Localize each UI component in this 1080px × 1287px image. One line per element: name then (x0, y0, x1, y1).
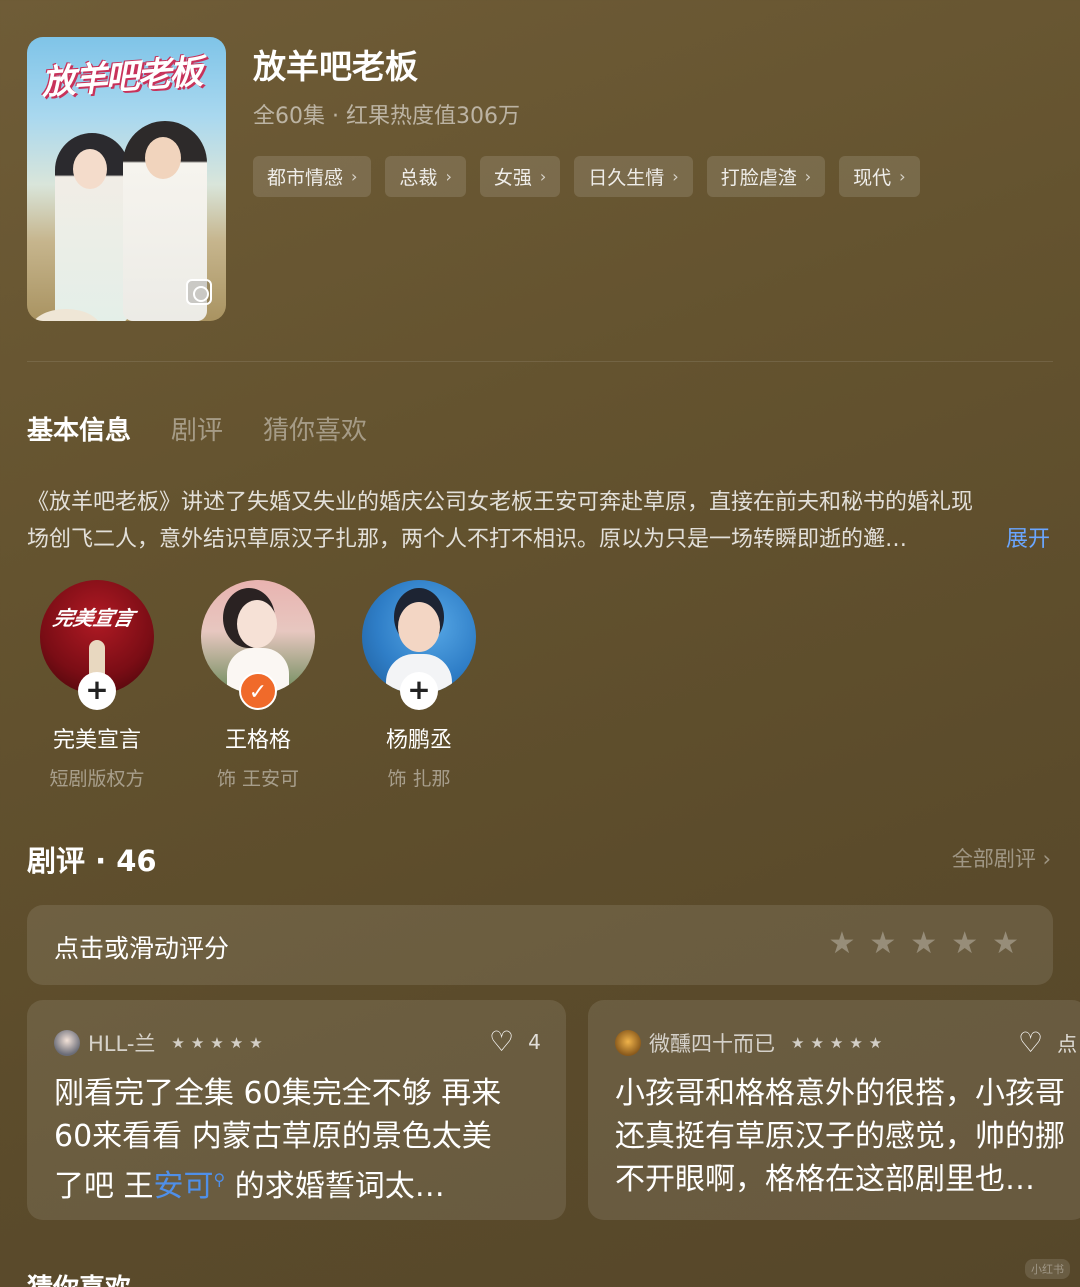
cast-item-actor[interactable]: + 杨鹏丞 饰 扎那 (344, 580, 494, 791)
star-icon[interactable]: ★ (910, 927, 937, 961)
poster-actor-face (145, 137, 181, 179)
review-header: HLL-兰 ★★★★★ (54, 1028, 269, 1058)
review-stars: ★★★★★ (171, 1034, 269, 1052)
chevron-right-icon: › (899, 167, 906, 186)
review-stars: ★★★★★ (791, 1034, 889, 1052)
cast-item-actress[interactable]: ✓ 王格格 饰 王安可 (183, 580, 333, 791)
tab-basic-info[interactable]: 基本信息 (27, 410, 131, 447)
review-username[interactable]: HLL-兰 (88, 1028, 155, 1058)
cast-item-studio[interactable]: 完美宣言 + 完美宣言 短剧版权方 (22, 580, 172, 791)
cast-role: 饰 扎那 (387, 768, 451, 790)
review-username[interactable]: 微醺四十而已 (649, 1028, 775, 1058)
avatar[interactable]: ✓ (201, 580, 315, 710)
heart-icon[interactable]: ♡ (489, 1028, 514, 1056)
section-divider (27, 361, 1053, 362)
section-tabs: 基本信息 剧评 猜你喜欢 (27, 410, 367, 447)
review-card[interactable]: HLL-兰 ★★★★★ ♡ 4 刚看完了全集 60集完全不够 再来 60来看看 … (27, 1000, 566, 1220)
follow-plus-icon[interactable]: + (400, 672, 438, 710)
synopsis-line: 《放羊吧老板》讲述了失婚又失业的婚庆公司女老板王安可奔赴草原，直接在前夫和秘书的… (27, 490, 974, 515)
tab-reviews[interactable]: 剧评 (171, 410, 223, 447)
like-button[interactable]: ♡ 点 (1018, 1028, 1077, 1057)
heart-icon[interactable]: ♡ (1018, 1028, 1043, 1057)
watermark: 小红书 (1025, 1259, 1070, 1279)
poster-actress-face (73, 149, 107, 189)
expand-link[interactable]: 展开 (1006, 521, 1050, 553)
image-gallery-icon[interactable] (186, 279, 212, 305)
tag-item[interactable]: 女强 › (479, 156, 561, 197)
review-card[interactable]: 微醺四十而已 ★★★★★ ♡ 点 小孩哥和格格意外的很搭，小孩哥 还真挺有草原汉… (588, 1000, 1080, 1220)
synopsis: 《放羊吧老板》讲述了失婚又失业的婚庆公司女老板王安可奔赴草原，直接在前夫和秘书的… (27, 484, 1057, 558)
chevron-right-icon: › (804, 167, 812, 186)
cast-name: 完美宣言 (52, 728, 141, 753)
review-header: 微醺四十而已 ★★★★★ (615, 1028, 888, 1058)
cast-role: 短剧版权方 (49, 768, 145, 790)
follow-plus-icon[interactable]: + (78, 672, 116, 710)
star-icon[interactable]: ★ (992, 927, 1019, 961)
tag-list: 都市情感 › 总裁 › 女强 › 日久生情 › 打脸虐渣 › 现代 › (253, 156, 920, 197)
review-text: 刚看完了全集 60集完全不够 再来 60来看看 内蒙古草原的景色太美 了吧 王安… (54, 1076, 502, 1204)
drama-title: 放羊吧老板 (253, 47, 418, 86)
tag-item[interactable]: 现代 › (839, 156, 920, 197)
chevron-right-icon: › (672, 167, 679, 186)
chevron-right-icon: › (445, 167, 452, 186)
cast-name: 杨鹏丞 (385, 728, 452, 753)
tag-item[interactable]: 都市情感 › (253, 156, 372, 197)
search-link[interactable]: 安可⚲ (154, 1169, 226, 1204)
avatar[interactable] (54, 1030, 80, 1056)
chevron-right-icon: › (539, 167, 547, 186)
like-count: 4 (528, 1030, 541, 1054)
followed-check-icon[interactable]: ✓ (239, 672, 277, 710)
star-icon[interactable]: ★ (869, 927, 896, 961)
drama-poster[interactable]: 放羊吧老板 (27, 37, 226, 321)
star-icon[interactable]: ★ (951, 927, 978, 961)
tag-item[interactable]: 日久生情 › (574, 156, 693, 197)
avatar[interactable]: 完美宣言 + (40, 580, 154, 710)
reviews-heading: 剧评 · 46 (27, 844, 157, 878)
drama-meta: 全60集 · 红果热度值306万 (253, 104, 520, 129)
tab-recommendations[interactable]: 猜你喜欢 (263, 410, 367, 447)
rating-stars[interactable]: ★ ★ ★ ★ ★ (828, 927, 1019, 961)
rating-prompt: 点击或滑动评分 (54, 934, 230, 963)
avatar[interactable]: + (362, 580, 476, 710)
all-reviews-link[interactable]: 全部剧评 › (952, 843, 1051, 873)
like-count: 点 (1057, 1032, 1078, 1056)
poster-title-art: 放羊吧老板 (40, 52, 203, 104)
rating-bar[interactable]: 点击或滑动评分 ★ ★ ★ ★ ★ (27, 905, 1053, 985)
tag-item[interactable]: 打脸虐渣 › (706, 156, 826, 197)
chevron-right-icon: › (351, 167, 358, 186)
recommendations-heading: 猜你喜欢 (27, 1268, 131, 1287)
chevron-right-icon: › (1042, 847, 1051, 871)
like-button[interactable]: ♡ 4 (489, 1028, 541, 1056)
star-icon[interactable]: ★ (828, 927, 855, 961)
search-icon: ⚲ (213, 1170, 226, 1189)
cast-name: 王格格 (224, 728, 291, 753)
studio-logo-text: 完美宣言 (51, 606, 137, 630)
cast-role: 饰 王安可 (216, 768, 300, 790)
avatar[interactable] (615, 1030, 641, 1056)
tag-item[interactable]: 总裁 › (385, 156, 466, 197)
review-text: 小孩哥和格格意外的很搭，小孩哥 还真挺有草原汉子的感觉，帅的挪 不开眼啊，格格在… (615, 1076, 1065, 1197)
synopsis-line: 场创飞二人，意外结识草原汉子扎那，两个人不打不相识。原以为只是一场转瞬即逝的邂… (27, 527, 908, 552)
